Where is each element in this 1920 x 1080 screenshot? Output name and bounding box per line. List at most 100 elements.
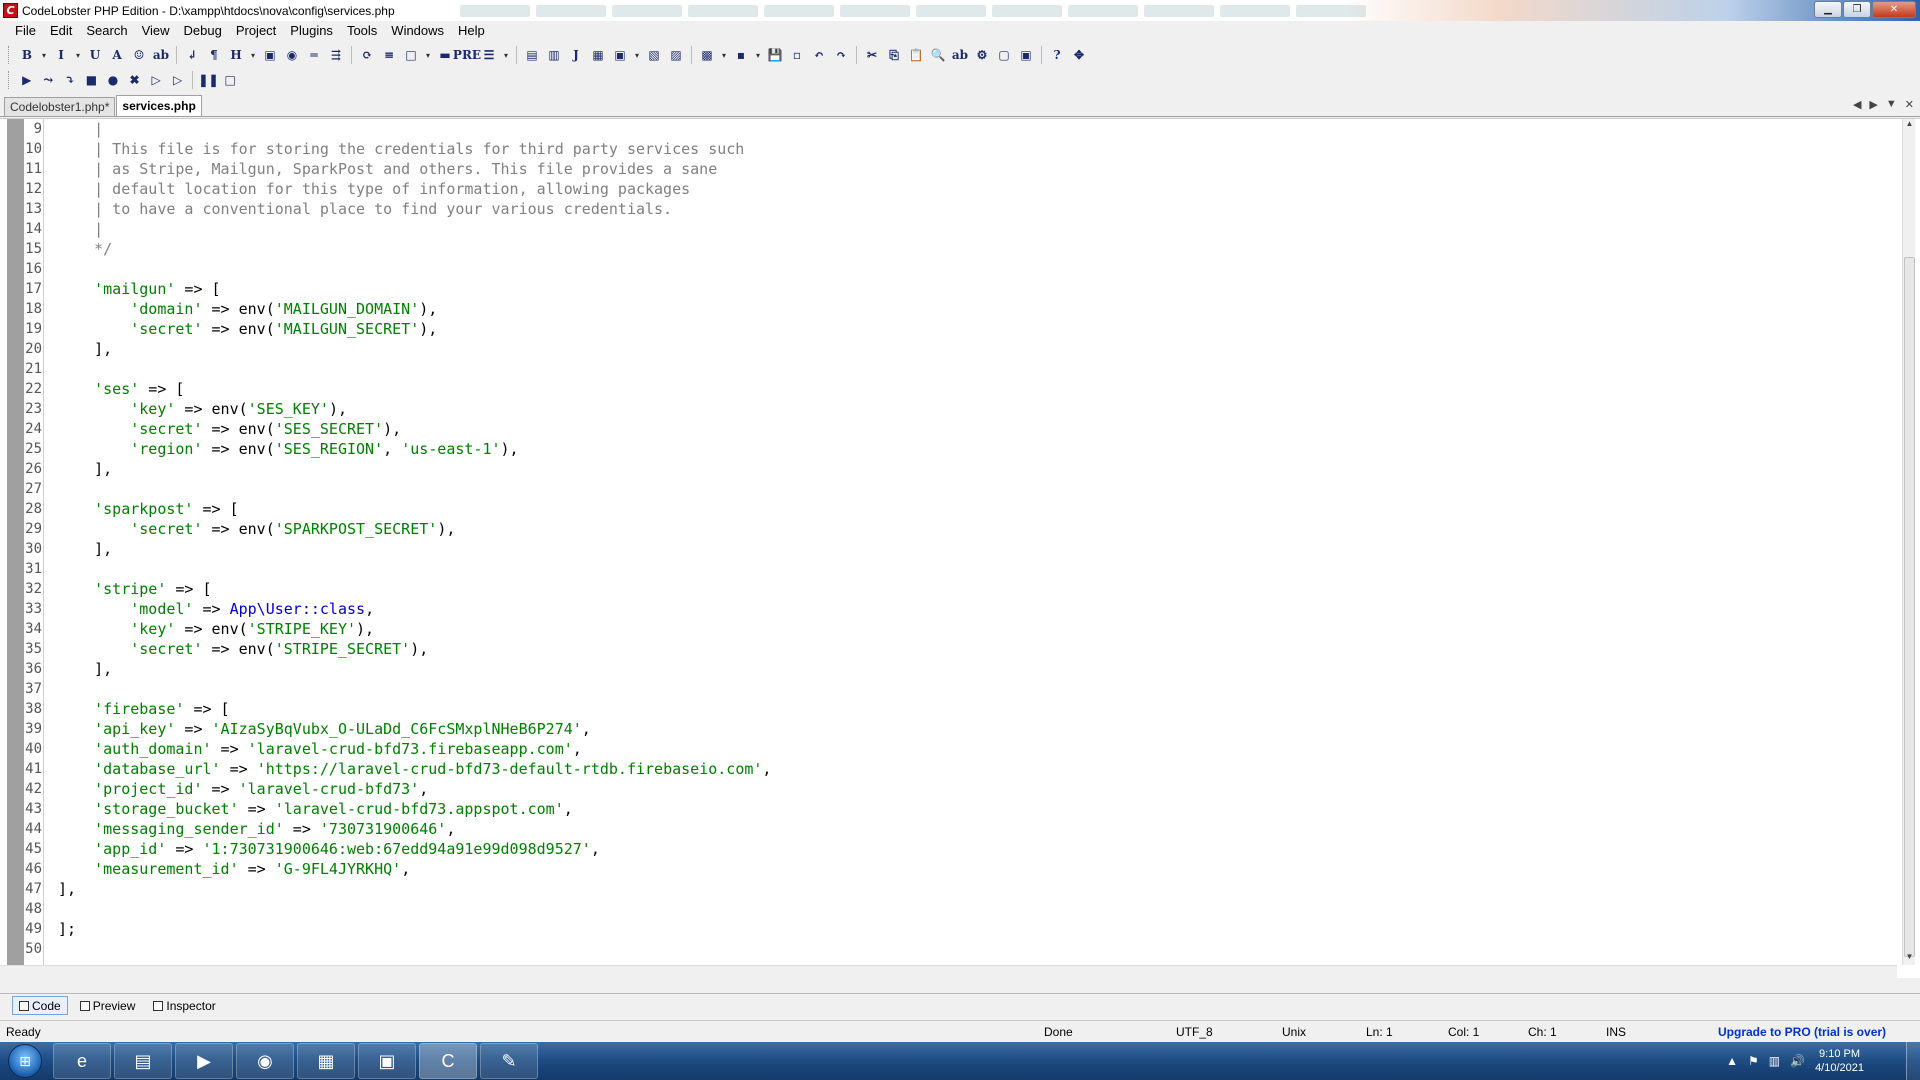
format-dropdown-arrow-icon[interactable]: ▾ [248, 45, 258, 65]
format-tool-icon-48[interactable]: ? [1047, 45, 1067, 65]
code-line[interactable]: 48 [24, 899, 1894, 919]
code-line[interactable]: 27 [24, 479, 1894, 499]
format-tool-icon-9[interactable]: ¶ [204, 45, 224, 65]
code-line[interactable]: 23 'key' => env('SES_KEY'), [24, 399, 1894, 419]
format-tool-icon-4[interactable]: U [85, 45, 105, 65]
horizontal-scrollbar[interactable] [0, 965, 1897, 979]
code-line[interactable]: 41 'database_url' => 'https://laravel-cr… [24, 759, 1894, 779]
tab-codelobster1[interactable]: Codelobster1.php* [4, 97, 116, 116]
code-line[interactable]: 28 'sparkpost' => [ [24, 499, 1894, 519]
flag-icon[interactable]: ⚑ [1748, 1054, 1759, 1068]
format-tool-icon-32[interactable]: ▩ [697, 45, 717, 65]
code-line[interactable]: 22 'ses' => [ [24, 379, 1894, 399]
code-area[interactable]: 9 | 10 | This file is for storing the cre… [24, 119, 1894, 965]
code-editor[interactable]: 9 | 10 | This file is for storing the cre… [0, 118, 1920, 979]
code-line[interactable]: 44 'messaging_sender_id' => '73073190064… [24, 819, 1894, 839]
code-line[interactable]: 15 */ [24, 239, 1894, 259]
clock[interactable]: 9:10 PM 4/10/2021 [1815, 1047, 1864, 1075]
debug-tool-icon-4[interactable]: ● [103, 70, 123, 90]
tab-close-icon[interactable]: ✕ [1905, 98, 1914, 111]
debug-tool-icon-5[interactable]: ✖ [125, 70, 145, 90]
format-tool-icon-25[interactable]: ▥ [544, 45, 564, 65]
format-dropdown-arrow-icon[interactable]: ▾ [423, 45, 433, 65]
format-tool-icon-6[interactable]: ☺ [129, 45, 149, 65]
format-tool-icon-38[interactable]: ↶ [809, 45, 829, 65]
code-line[interactable]: 50 [24, 939, 1894, 959]
format-tool-icon-45[interactable]: ⚙ [972, 45, 992, 65]
toolbar-grip[interactable] [8, 71, 11, 89]
format-tool-icon-34[interactable]: ▪ [731, 45, 751, 65]
menu-debug[interactable]: Debug [177, 21, 229, 41]
code-line[interactable]: 33 'model' => App\User::class, [24, 599, 1894, 619]
taskbar-media-player-button[interactable]: ▶ [175, 1043, 233, 1079]
menu-windows[interactable]: Windows [384, 21, 451, 41]
format-tool-icon-13[interactable]: ◉ [282, 45, 302, 65]
format-tool-icon-42[interactable]: 📋 [906, 45, 926, 65]
menu-tools[interactable]: Tools [340, 21, 384, 41]
scroll-down-icon[interactable]: ▼ [1903, 952, 1916, 965]
code-line[interactable]: 12 | default location for this type of i… [24, 179, 1894, 199]
toolbar-grip[interactable] [8, 46, 11, 64]
code-line[interactable]: 45 'app_id' => '1:730731900646:web:67edd… [24, 839, 1894, 859]
code-line[interactable]: 32 'stripe' => [ [24, 579, 1894, 599]
format-tool-icon-37[interactable]: ▫ [787, 45, 807, 65]
code-line[interactable]: 13 | to have a conventional place to fin… [24, 199, 1894, 219]
code-line[interactable]: 47], [24, 879, 1894, 899]
format-tool-icon-24[interactable]: ▤ [522, 45, 542, 65]
code-line[interactable]: 24 'secret' => env('SES_SECRET'), [24, 419, 1894, 439]
tab-next-icon[interactable]: ▶ [1869, 98, 1877, 111]
format-tool-icon-39[interactable]: ↷ [831, 45, 851, 65]
format-dropdown-arrow-icon[interactable]: ▾ [501, 45, 511, 65]
code-line[interactable]: 31 [24, 559, 1894, 579]
code-line[interactable]: 26 ], [24, 459, 1894, 479]
code-line[interactable]: 35 'secret' => env('STRIPE_SECRET'), [24, 639, 1894, 659]
format-tool-icon-49[interactable]: ✥ [1069, 45, 1089, 65]
code-line[interactable]: 14 | [24, 219, 1894, 239]
format-dropdown-arrow-icon[interactable]: ▾ [632, 45, 642, 65]
format-tool-icon-2[interactable]: I [51, 45, 71, 65]
format-tool-icon-40[interactable]: ✂ [862, 45, 882, 65]
format-tool-icon-5[interactable]: A [107, 45, 127, 65]
code-line[interactable]: 30 ], [24, 539, 1894, 559]
menu-plugins[interactable]: Plugins [283, 21, 340, 41]
minimize-button[interactable]: ▁ [1814, 1, 1842, 18]
code-line[interactable]: 10 | This file is for storing the creden… [24, 139, 1894, 159]
debug-tool-icon-6[interactable]: ▷ [146, 70, 166, 90]
maximize-button[interactable]: ❐ [1843, 1, 1871, 18]
debug-tool-icon-2[interactable]: ⤵ [60, 70, 80, 90]
scroll-up-icon[interactable]: ▲ [1903, 119, 1916, 132]
format-tool-icon-12[interactable]: ▣ [260, 45, 280, 65]
tab-list-icon[interactable]: ▼ [1886, 98, 1897, 111]
format-tool-icon-36[interactable]: 💾 [765, 45, 785, 65]
tab-inspector[interactable]: Inspector [147, 996, 221, 1015]
menu-help[interactable]: Help [451, 21, 492, 41]
code-line[interactable]: 16 [24, 259, 1894, 279]
format-tool-icon-7[interactable]: ab [151, 45, 171, 65]
format-tool-icon-14[interactable]: ═ [304, 45, 324, 65]
debug-tool-icon-8[interactable]: ❚❚ [198, 70, 218, 90]
status-line-ending[interactable]: Unix [1282, 1025, 1306, 1039]
format-tool-icon-31[interactable]: ▨ [666, 45, 686, 65]
status-encoding[interactable]: UTF_8 [1176, 1025, 1213, 1039]
upgrade-link[interactable]: Upgrade to PRO (trial is over) [1718, 1025, 1886, 1039]
format-tool-icon-44[interactable]: ab [950, 45, 970, 65]
code-line[interactable]: 40 'auth_domain' => 'laravel-crud-bfd73.… [24, 739, 1894, 759]
format-tool-icon-22[interactable]: ☰ [479, 45, 499, 65]
code-line[interactable]: 19 'secret' => env('MAILGUN_SECRET'), [24, 319, 1894, 339]
scroll-thumb[interactable] [1904, 257, 1915, 957]
tab-code[interactable]: Code [12, 996, 68, 1015]
taskbar-explorer-button[interactable]: ▤ [114, 1043, 172, 1079]
menu-project[interactable]: Project [229, 21, 283, 41]
code-line[interactable]: 29 'secret' => env('SPARKPOST_SECRET'), [24, 519, 1894, 539]
format-tool-icon-41[interactable]: ⎘ [884, 45, 904, 65]
code-line[interactable]: 49]; [24, 919, 1894, 939]
format-tool-icon-26[interactable]: J [566, 45, 586, 65]
code-line[interactable]: 9 | [24, 119, 1894, 139]
format-tool-icon-46[interactable]: ▢ [994, 45, 1014, 65]
format-tool-icon-47[interactable]: ▣ [1016, 45, 1036, 65]
format-dropdown-arrow-icon[interactable]: ▾ [753, 45, 763, 65]
format-dropdown-arrow-icon[interactable]: ▾ [39, 45, 49, 65]
code-line[interactable]: 17 'mailgun' => [ [24, 279, 1894, 299]
taskbar-ie-button[interactable]: e [53, 1043, 111, 1079]
editor-gutter[interactable] [7, 119, 24, 979]
